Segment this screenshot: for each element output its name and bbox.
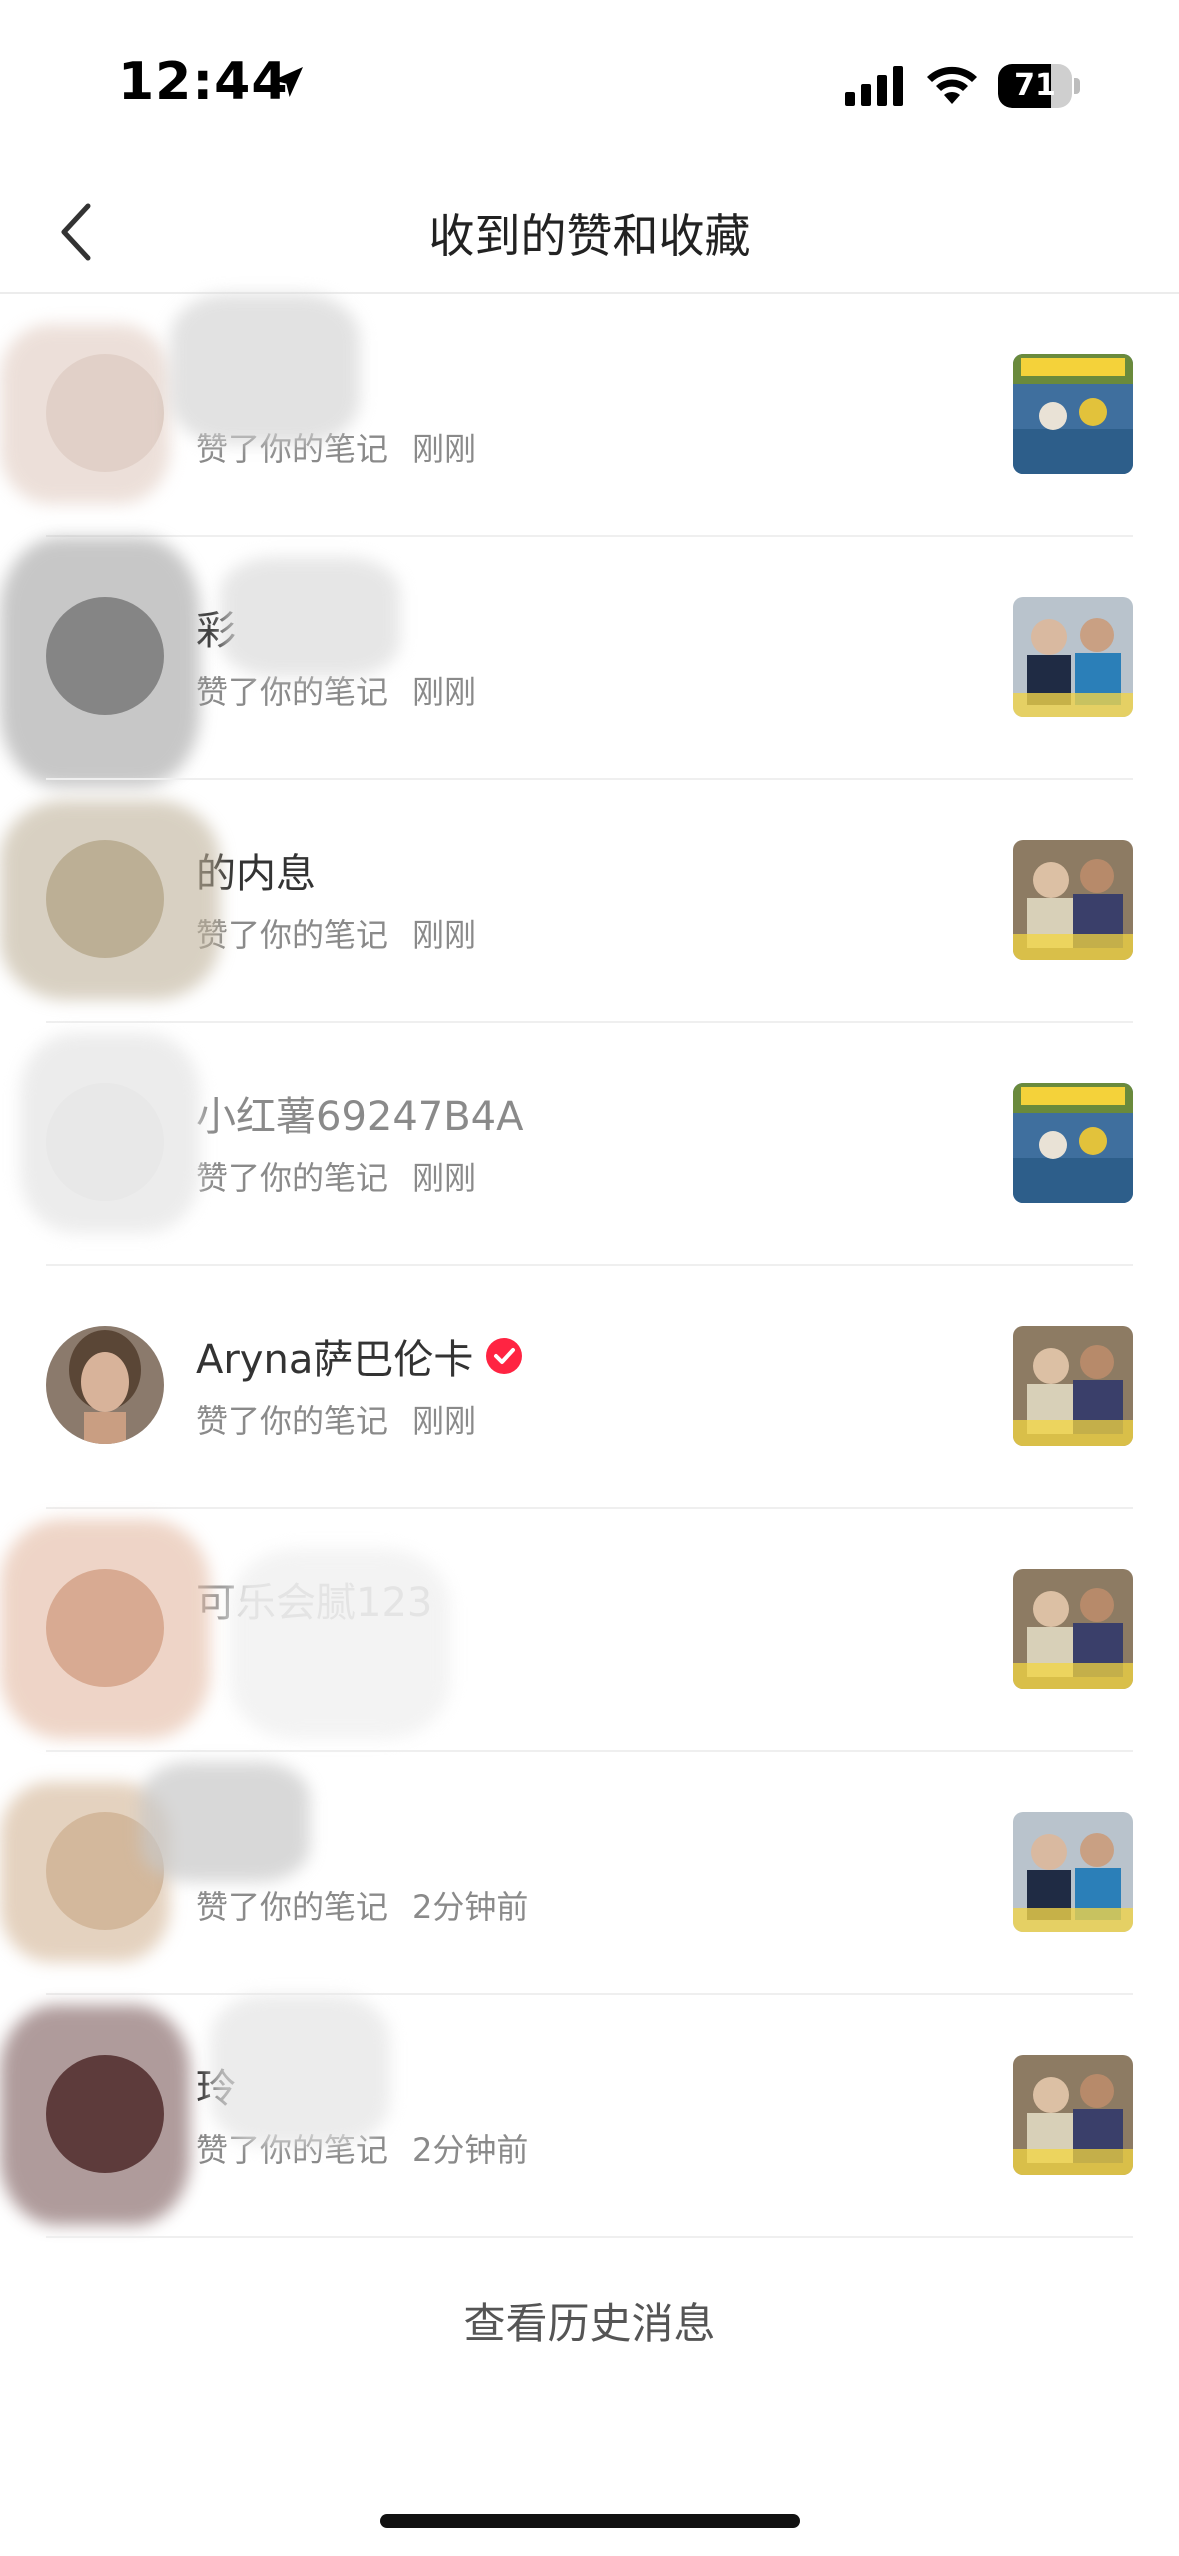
user-name[interactable]: 小红薯69247B4A: [196, 1084, 524, 1142]
list-item[interactable]: 赞了你的笔记 刚刚: [0, 294, 1179, 537]
note-thumbnail[interactable]: [1013, 1083, 1133, 1203]
note-thumbnail[interactable]: [1013, 2055, 1133, 2175]
battery-indicator: 71: [998, 64, 1080, 108]
list-item[interactable]: Aryna萨巴伦卡 赞了你的笔记 刚刚: [0, 1266, 1179, 1509]
user-name[interactable]: 的内息: [196, 841, 316, 899]
time-text: 2分钟前: [412, 2131, 529, 2169]
user-name[interactable]: Aryna萨巴伦卡: [196, 1327, 473, 1385]
action-text: 赞了你的笔记: [196, 2131, 389, 2169]
list-item[interactable]: 小红薯69247B4A 赞了你的笔记 刚刚: [0, 1023, 1179, 1266]
user-name[interactable]: 玲: [196, 2056, 236, 2114]
user-name[interactable]: 可乐会腻123: [196, 1570, 432, 1628]
battery-percent: 71: [1014, 68, 1056, 103]
list-item[interactable]: 彩 赞了你的笔记 刚刚: [0, 537, 1179, 787]
avatar[interactable]: [46, 354, 164, 472]
note-thumbnail[interactable]: [1013, 354, 1133, 474]
list-item[interactable]: 可乐会腻123: [0, 1509, 1179, 1752]
user-name[interactable]: 彩: [196, 598, 236, 656]
view-history-link[interactable]: 查看历史消息: [0, 2290, 1179, 2351]
page-title: 收到的赞和收藏: [428, 209, 751, 263]
note-thumbnail[interactable]: [1013, 840, 1133, 960]
time-text: 2分钟前: [412, 1888, 529, 1926]
note-thumbnail[interactable]: [1013, 1812, 1133, 1932]
time-text: 刚刚: [412, 1402, 477, 1440]
list-item[interactable]: 的内息 赞了你的笔记 刚刚: [0, 780, 1179, 1023]
time-text: 刚刚: [412, 430, 477, 468]
action-text: 赞了你的笔记: [196, 1888, 389, 1926]
likes-list: 赞了你的笔记 刚刚 彩 赞了你的笔记 刚刚 的内息 赞了你的笔记 刚刚 小红薯6924…: [0, 294, 1179, 2238]
location-arrow-icon: [273, 67, 303, 97]
note-thumbnail[interactable]: [1013, 1569, 1133, 1689]
status-bar: 12:44 71: [0, 0, 1179, 170]
time-text: 刚刚: [412, 673, 477, 711]
avatar[interactable]: [46, 840, 164, 958]
avatar[interactable]: [46, 2055, 164, 2173]
action-text: 赞了你的笔记: [196, 673, 389, 711]
action-text: 赞了你的笔记: [196, 916, 389, 954]
note-thumbnail[interactable]: [1013, 1326, 1133, 1446]
cellular-signal-icon: [845, 66, 903, 106]
nav-header: 收到的赞和收藏: [0, 170, 1179, 294]
avatar[interactable]: [46, 1812, 164, 1930]
time-text: 刚刚: [412, 1159, 477, 1197]
action-text: 赞了你的笔记: [196, 1402, 389, 1440]
time-text: 刚刚: [412, 916, 477, 954]
wifi-icon: [927, 66, 977, 104]
home-indicator[interactable]: [380, 2514, 800, 2528]
status-time: 12:44: [118, 52, 289, 112]
list-item[interactable]: 赞了你的笔记 2分钟前: [0, 1752, 1179, 1995]
note-thumbnail[interactable]: [1013, 597, 1133, 717]
action-text: 赞了你的笔记: [196, 1159, 389, 1197]
avatar[interactable]: [46, 597, 164, 715]
list-item[interactable]: 玲 赞了你的笔记 2分钟前: [0, 1995, 1179, 2238]
avatar[interactable]: [46, 1083, 164, 1201]
verified-badge-icon: [486, 1338, 523, 1374]
avatar[interactable]: [46, 1569, 164, 1687]
action-text: 赞了你的笔记: [196, 430, 389, 468]
avatar[interactable]: [46, 1326, 164, 1444]
